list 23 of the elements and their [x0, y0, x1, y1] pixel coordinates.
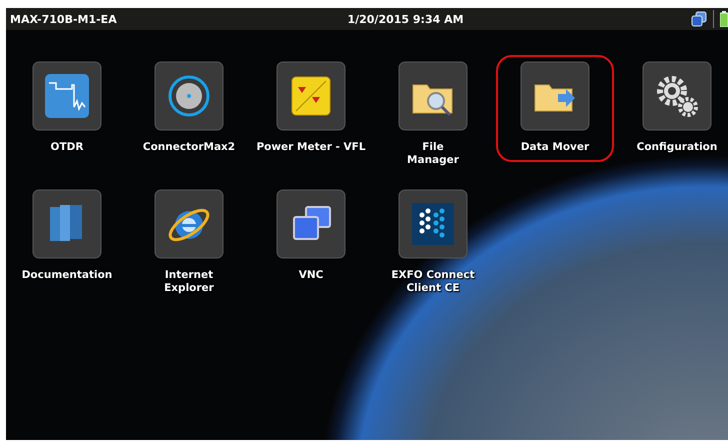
- battery-icon[interactable]: [720, 11, 728, 27]
- date-time: 1/20/2015 9:34 AM: [346, 12, 465, 26]
- dot-grid-logo-icon: [398, 189, 468, 259]
- app-shortcut[interactable]: Data Mover: [496, 55, 614, 162]
- windows-icon[interactable]: [691, 11, 707, 27]
- connector-ring-icon: [154, 61, 224, 131]
- app-shortcut[interactable]: ConnectorMax2: [136, 55, 242, 162]
- device-name: MAX-710B-M1-EA: [10, 12, 118, 26]
- app-shortcut[interactable]: OTDR: [26, 55, 108, 162]
- light-diodes-icon: [276, 61, 346, 131]
- app-shortcut[interactable]: EXFO Connect Client CE: [385, 183, 481, 303]
- folder-magnifier-icon: [398, 61, 468, 131]
- app-shortcut[interactable]: VNC: [270, 183, 352, 290]
- app-shortcut[interactable]: Internet Explorer: [148, 183, 230, 303]
- books-icon: [32, 189, 102, 259]
- app-shortcut[interactable]: File Manager: [392, 55, 474, 175]
- app-shortcut[interactable]: Documentation: [16, 183, 118, 290]
- app-shortcut[interactable]: Power Meter - VFL: [250, 55, 372, 162]
- trace-chart-icon: [32, 61, 102, 131]
- app-shortcut[interactable]: Configuration: [630, 55, 724, 162]
- gears-icon: [642, 61, 712, 131]
- browser-e-icon: [154, 189, 224, 259]
- windows-stack-icon: [276, 189, 346, 259]
